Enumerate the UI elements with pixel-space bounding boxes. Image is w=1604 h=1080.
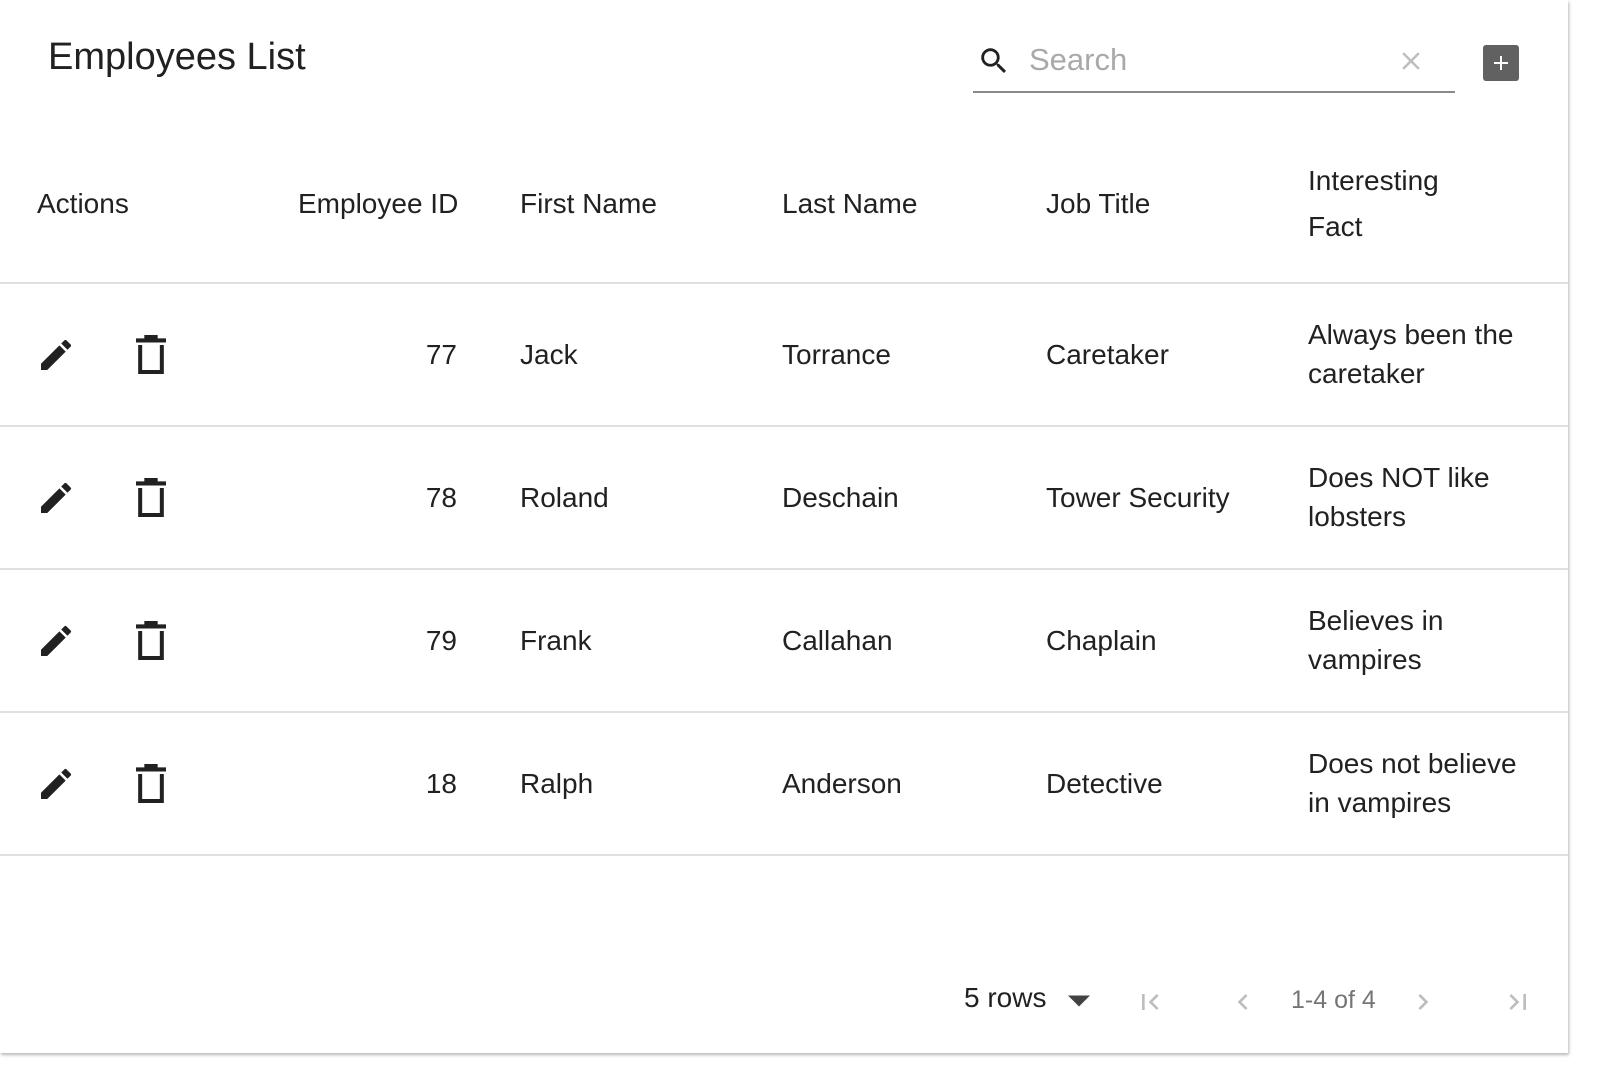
employees-table-card: Employees List Actions Employee ID First… bbox=[0, 0, 1568, 1053]
page-range-label: 1-4 of 4 bbox=[1291, 986, 1376, 1014]
cell-interesting-fact-line1: Does not believe bbox=[1308, 748, 1517, 779]
cell-first-name: Ralph bbox=[520, 768, 594, 799]
cell-first-name: Jack bbox=[520, 339, 578, 370]
search-input[interactable] bbox=[1029, 38, 1389, 82]
table-header: Actions Employee ID First Name Last Name… bbox=[0, 130, 1568, 284]
pencil-icon[interactable] bbox=[36, 478, 76, 518]
pagination: 5 rows 1-4 of 4 bbox=[0, 960, 1568, 1040]
cell-job-title: Caretaker bbox=[1046, 339, 1169, 370]
chevron-left-icon[interactable] bbox=[1227, 986, 1259, 1018]
column-header-first-name[interactable]: First Name bbox=[520, 181, 657, 227]
chevron-right-icon[interactable] bbox=[1407, 986, 1439, 1018]
table-row: 18 Ralph Anderson Detective Does not bel… bbox=[0, 713, 1568, 856]
trash-icon[interactable] bbox=[133, 478, 169, 518]
trash-icon[interactable] bbox=[133, 621, 169, 661]
page-title: Employees List bbox=[48, 36, 306, 78]
cell-employee-id: 79 bbox=[425, 625, 457, 656]
search-icon bbox=[981, 48, 1007, 74]
last-page-icon[interactable] bbox=[1502, 986, 1534, 1018]
cell-interesting-fact: Does not believe in vampires bbox=[1308, 744, 1517, 822]
cell-interesting-fact-line2: in vampires bbox=[1308, 787, 1452, 818]
column-header-interesting-fact-line1: Interesting bbox=[1308, 165, 1439, 196]
add-employee-button[interactable] bbox=[1483, 45, 1519, 81]
cell-interesting-fact-line1: Always been the bbox=[1308, 319, 1514, 350]
cell-interesting-fact-line2: vampires bbox=[1308, 644, 1422, 675]
first-page-icon[interactable] bbox=[1134, 986, 1166, 1018]
cell-last-name: Torrance bbox=[782, 339, 891, 370]
cell-last-name: Anderson bbox=[782, 768, 902, 799]
cell-last-name: Callahan bbox=[782, 625, 893, 656]
table-row: 78 Roland Deschain Tower Security Does N… bbox=[0, 427, 1568, 570]
trash-icon[interactable] bbox=[133, 335, 169, 375]
cell-first-name: Roland bbox=[520, 482, 609, 513]
column-header-actions: Actions bbox=[37, 188, 129, 219]
cell-interesting-fact: Always been the caretaker bbox=[1308, 315, 1513, 393]
pencil-icon[interactable] bbox=[36, 335, 76, 375]
close-icon[interactable] bbox=[1396, 46, 1426, 76]
pencil-icon[interactable] bbox=[36, 621, 76, 661]
plus-icon bbox=[1494, 56, 1508, 70]
cell-interesting-fact-line2: lobsters bbox=[1308, 501, 1407, 532]
cell-interesting-fact-line2: caretaker bbox=[1308, 358, 1425, 389]
table-row: 77 Jack Torrance Caretaker Always been t… bbox=[0, 284, 1568, 427]
cell-interesting-fact: Does NOT like lobsters bbox=[1308, 458, 1490, 536]
cell-employee-id: 18 bbox=[425, 768, 457, 799]
cell-interesting-fact: Believes in vampires bbox=[1308, 601, 1443, 679]
column-header-employee-id[interactable]: Employee ID bbox=[298, 181, 458, 227]
rows-per-page-select[interactable]: 5 rows bbox=[964, 982, 1046, 1014]
cell-employee-id: 78 bbox=[425, 482, 457, 513]
cell-employee-id: 77 bbox=[425, 339, 457, 370]
search-field bbox=[973, 30, 1455, 93]
chevron-down-icon[interactable] bbox=[1068, 994, 1090, 1008]
trash-icon[interactable] bbox=[133, 764, 169, 804]
column-header-job-title[interactable]: Job Title bbox=[1046, 181, 1150, 227]
cell-interesting-fact-line1: Does NOT like bbox=[1308, 462, 1490, 493]
table-row: 79 Frank Callahan Chaplain Believes in v… bbox=[0, 570, 1568, 713]
column-header-last-name[interactable]: Last Name bbox=[782, 181, 917, 227]
pencil-icon[interactable] bbox=[36, 764, 76, 804]
cell-first-name: Frank bbox=[520, 625, 592, 656]
column-header-interesting-fact-line2: Fact bbox=[1308, 211, 1363, 242]
cell-last-name: Deschain bbox=[782, 482, 899, 513]
cell-job-title: Detective bbox=[1046, 768, 1163, 799]
cell-interesting-fact-line1: Believes in bbox=[1308, 605, 1444, 636]
cell-job-title: Chaplain bbox=[1046, 625, 1157, 656]
cell-job-title: Tower Security bbox=[1046, 482, 1230, 513]
column-header-interesting-fact[interactable]: Interesting Fact bbox=[1308, 158, 1439, 250]
